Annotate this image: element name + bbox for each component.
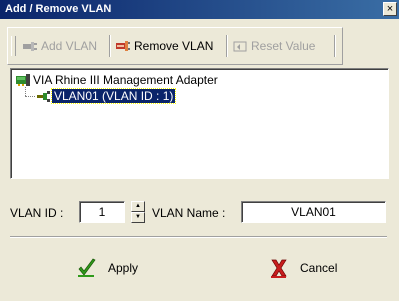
toolbar-separator <box>334 35 336 57</box>
reset-value-button[interactable]: Reset Value <box>232 37 315 55</box>
divider <box>10 236 387 238</box>
close-icon: × <box>386 3 394 15</box>
network-remove-icon <box>115 39 131 53</box>
add-vlan-label: Add VLAN <box>41 39 98 53</box>
vlan-connector-icon <box>36 89 52 103</box>
tree-node-adapter[interactable]: VIA Rhine III Management Adapter <box>15 73 220 87</box>
network-plug-icon <box>22 39 38 53</box>
spin-down-button[interactable]: ▼ <box>131 212 145 223</box>
window-title: Add / Remove VLAN <box>5 3 112 15</box>
reset-value-label: Reset Value <box>251 39 316 53</box>
vlan-id-label: VLAN ID : <box>10 206 64 220</box>
network-adapter-icon <box>15 73 31 87</box>
cancel-label: Cancel <box>300 261 338 275</box>
remove-vlan-button[interactable]: Remove VLAN <box>115 37 213 55</box>
tree-connector-line <box>25 96 35 97</box>
toolbar: Add VLAN Remove VLAN Reset Value <box>7 27 343 65</box>
add-vlan-button[interactable]: Add VLAN <box>22 37 97 55</box>
tree-node-vlan01[interactable]: VLAN01 (VLAN ID : 1) <box>36 88 177 104</box>
close-button[interactable]: × <box>383 2 397 16</box>
apply-label: Apply <box>108 261 139 275</box>
checkmark-icon <box>76 257 98 279</box>
cancel-button[interactable]: Cancel <box>268 251 337 285</box>
toolbar-grip[interactable] <box>11 36 16 56</box>
toolbar-separator <box>226 35 228 57</box>
vlan-name-field[interactable]: VLAN01 <box>241 201 386 223</box>
title-bar: Add / Remove VLAN × <box>0 0 399 19</box>
tree-connector-line <box>25 87 26 96</box>
cross-icon <box>268 257 290 279</box>
vlan-id-field[interactable]: 1 <box>79 201 125 223</box>
vlan-tree[interactable]: VIA Rhine III Management Adapter VLAN01 … <box>10 68 389 179</box>
toolbar-separator <box>109 35 111 57</box>
reset-icon <box>232 39 248 53</box>
tree-node-adapter-label: VIA Rhine III Management Adapter <box>33 73 218 87</box>
vlan-id-stepper[interactable]: ▲ ▼ <box>131 201 145 223</box>
tree-node-vlan01-label: VLAN01 (VLAN ID : 1) <box>50 88 177 104</box>
remove-vlan-label: Remove VLAN <box>134 39 214 53</box>
vlan-name-label: VLAN Name : <box>152 206 226 220</box>
spin-up-button[interactable]: ▲ <box>131 201 145 212</box>
apply-button[interactable]: Apply <box>76 251 138 285</box>
